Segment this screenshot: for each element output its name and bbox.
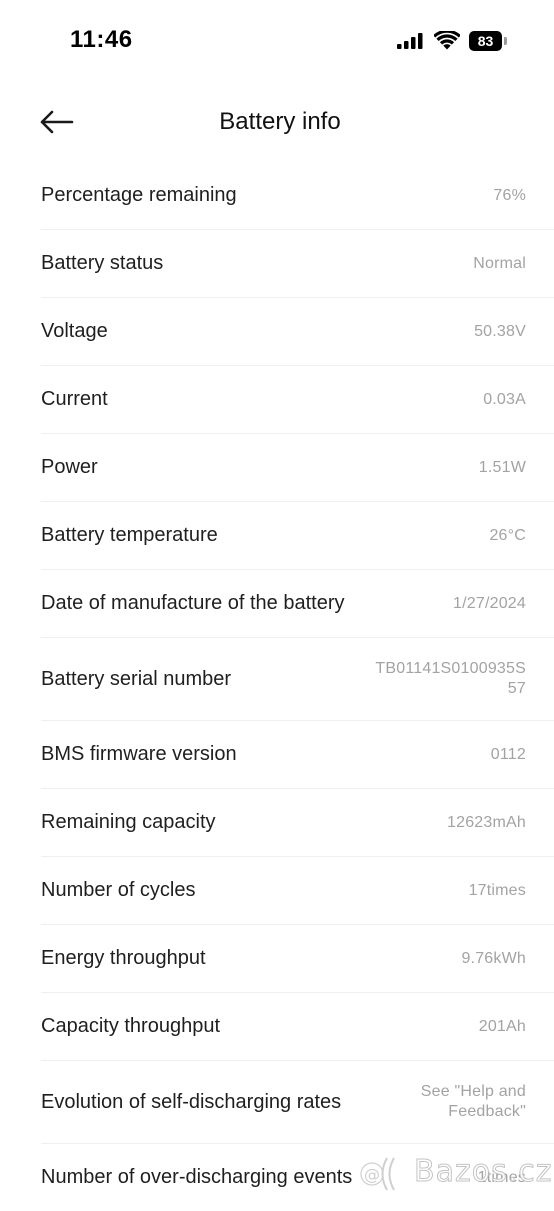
row-self-discharging-rates[interactable]: Evolution of self-discharging rates See … <box>41 1061 554 1144</box>
battery-level: 83 <box>477 33 494 49</box>
row-label: Voltage <box>41 320 108 342</box>
row-percentage-remaining: Percentage remaining 76% <box>41 162 554 230</box>
row-energy-throughput: Energy throughput 9.76kWh <box>41 925 554 993</box>
row-battery-serial-number: Battery serial number TB01141S0100935S57 <box>41 638 554 721</box>
svg-text:@: @ <box>364 1165 380 1184</box>
row-value: 26°C <box>489 526 526 544</box>
row-label: Number of over-discharging events <box>41 1166 353 1188</box>
row-value: 201Ah <box>478 1017 526 1035</box>
watermark-text: Bazos.cz <box>413 1154 553 1190</box>
status-bar: 11:46 83 <box>0 0 554 84</box>
row-manufacture-date: Date of manufacture of the battery 1/27/… <box>41 570 554 638</box>
row-label: Energy throughput <box>41 947 206 969</box>
row-battery-temperature: Battery temperature 26°C <box>41 502 554 570</box>
row-battery-status: Battery status Normal <box>41 230 554 298</box>
row-label: Date of manufacture of the battery <box>41 592 345 614</box>
battery-tip <box>504 37 507 45</box>
row-label: Current <box>41 388 108 410</box>
row-label: Remaining capacity <box>41 811 216 833</box>
row-label: Battery temperature <box>41 524 218 546</box>
row-number-of-cycles: Number of cycles 17times <box>41 857 554 925</box>
row-voltage: Voltage 50.38V <box>41 298 554 366</box>
cellular-signal-icon <box>397 33 423 49</box>
watermark: @ Bazos.cz <box>354 1150 554 1200</box>
row-value: 9.76kWh <box>461 949 526 967</box>
wifi-icon <box>434 31 460 50</box>
row-label: Battery serial number <box>41 667 232 690</box>
row-value: 76% <box>493 186 526 204</box>
row-value: 1.51W <box>478 458 526 476</box>
row-label: BMS firmware version <box>41 743 237 765</box>
row-label: Evolution of self-discharging rates <box>41 1090 342 1113</box>
row-label: Power <box>41 456 98 478</box>
row-value: 0112 <box>490 745 526 763</box>
row-label: Percentage remaining <box>41 184 237 206</box>
status-time: 11:46 <box>70 26 133 53</box>
row-label: Capacity throughput <box>41 1015 221 1037</box>
row-value: TB01141S0100935S57 <box>375 660 526 697</box>
row-label: Number of cycles <box>41 879 196 901</box>
row-value: 50.38V <box>474 322 526 340</box>
row-value: 12623mAh <box>447 813 526 831</box>
help-and-feedback-link[interactable]: See "Help and Feedback" <box>396 1082 526 1122</box>
row-value: Normal <box>473 254 526 272</box>
row-power: Power 1.51W <box>41 434 554 502</box>
row-label: Battery status <box>41 252 164 274</box>
row-capacity-throughput: Capacity throughput 201Ah <box>41 993 554 1061</box>
row-current: Current 0.03A <box>41 366 554 434</box>
row-remaining-capacity: Remaining capacity 12623mAh <box>41 789 554 857</box>
page-title: Battery info <box>219 108 341 135</box>
row-value: 17times <box>468 881 526 899</box>
row-value: 0.03A <box>483 390 526 408</box>
row-bms-firmware-version: BMS firmware version 0112 <box>41 721 554 789</box>
header: Battery info <box>0 90 554 156</box>
watermark-logo-icon: @ <box>359 1157 395 1191</box>
battery-icon: 83 <box>469 31 509 51</box>
row-value: 1/27/2024 <box>453 594 526 612</box>
battery-info-list: Percentage remaining 76% Battery status … <box>41 162 554 1211</box>
